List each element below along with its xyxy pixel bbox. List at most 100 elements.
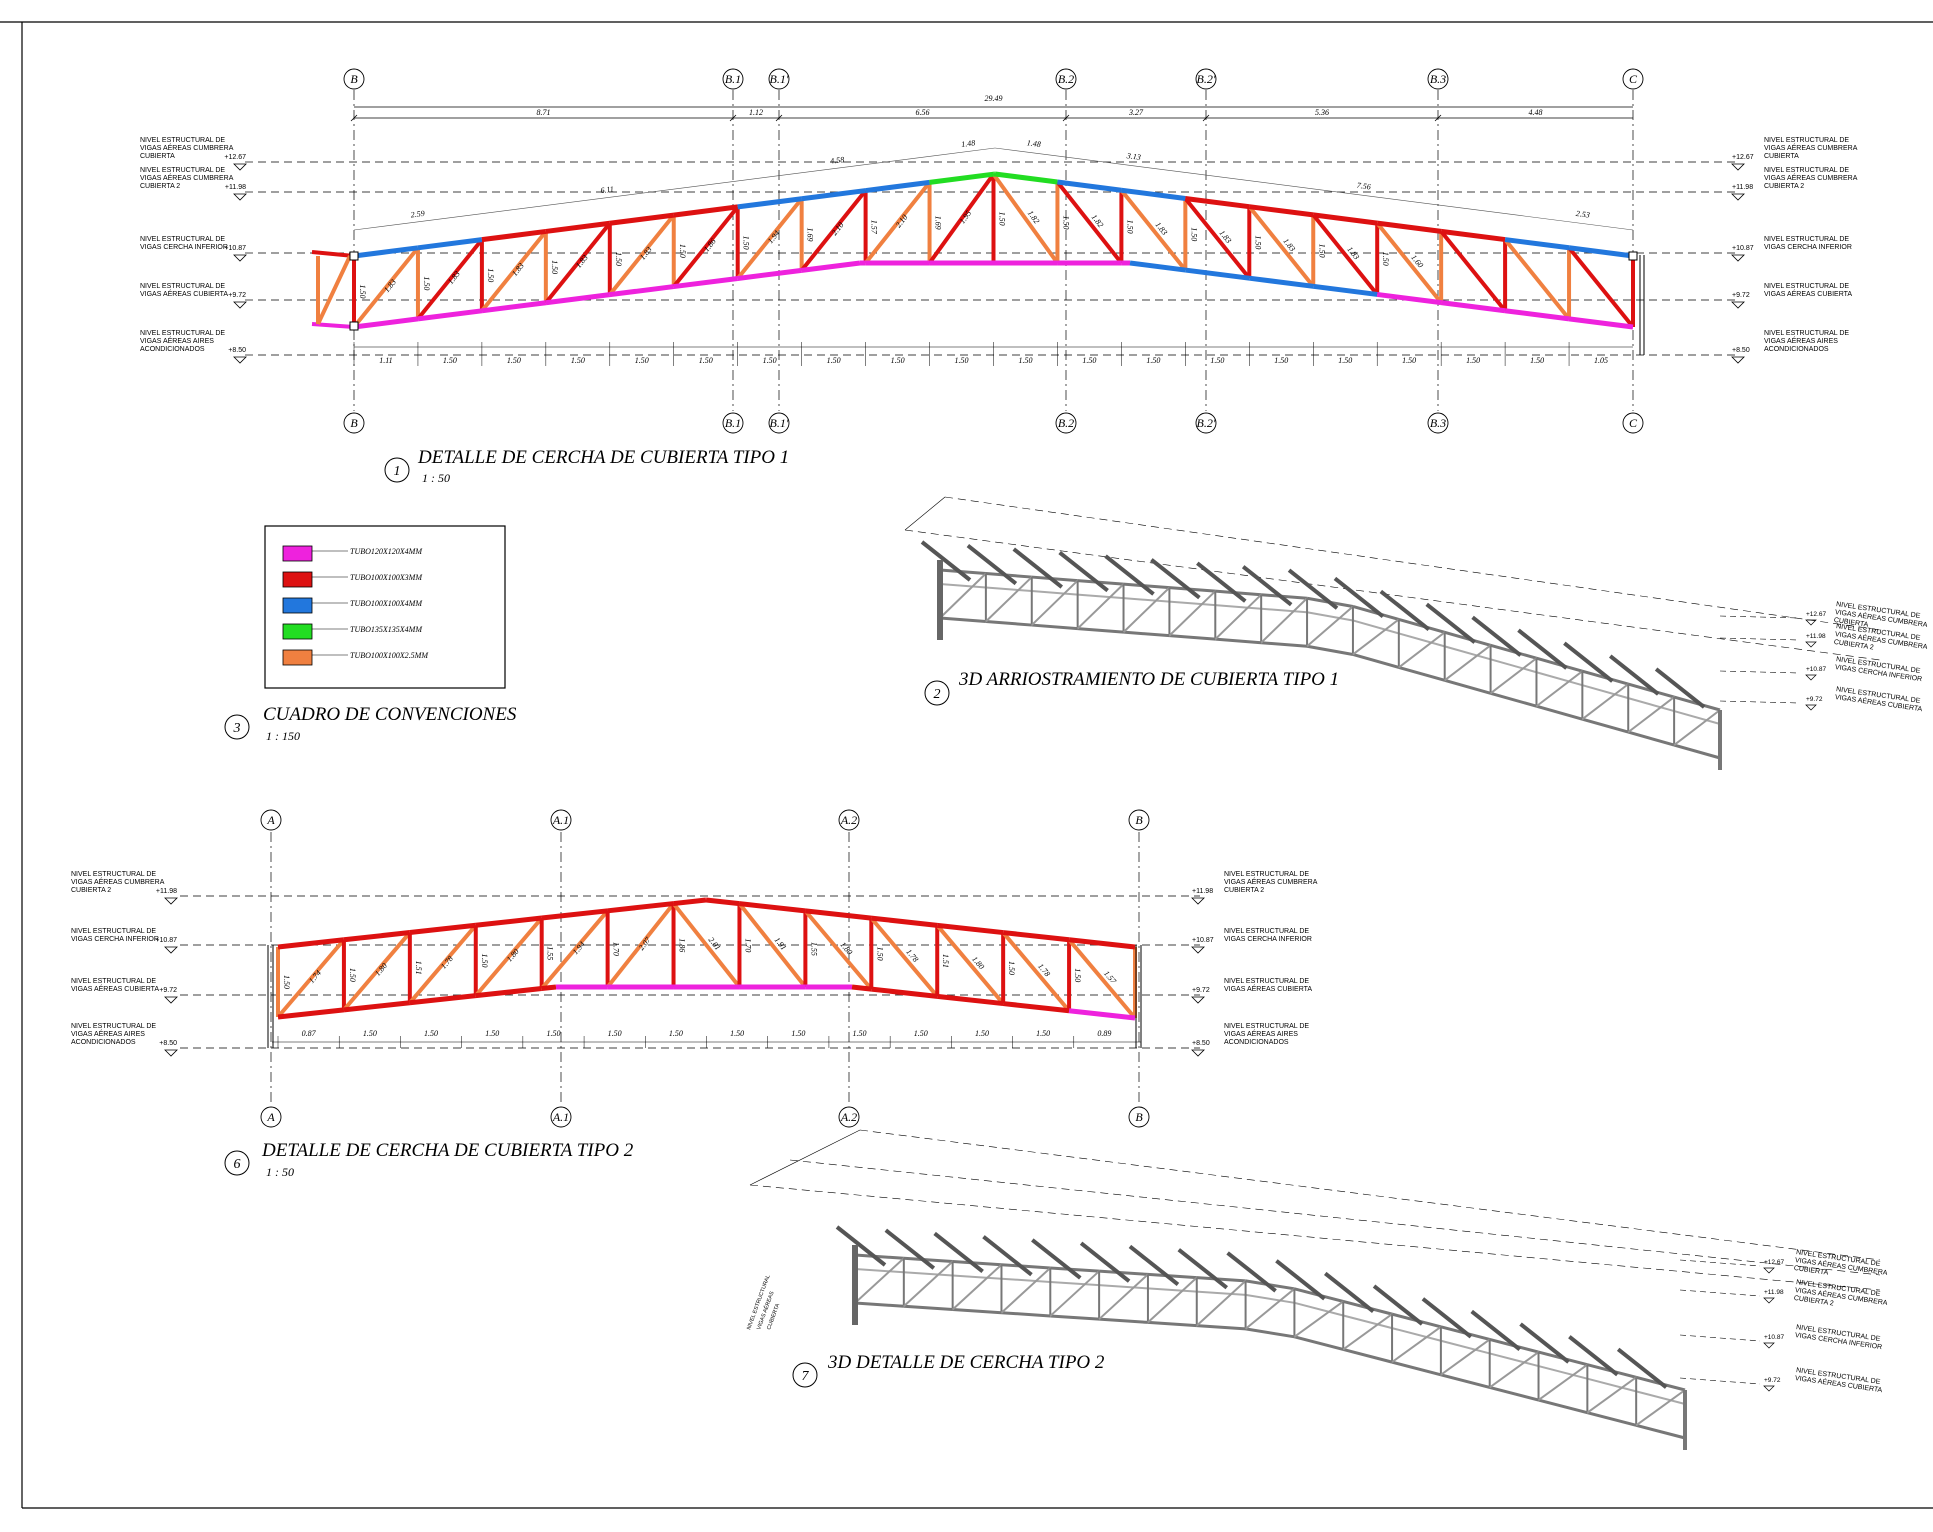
v7-diagonal xyxy=(1440,1338,1491,1376)
v2-purlin xyxy=(1654,667,1706,709)
support-plate xyxy=(349,321,359,331)
v2-purlin xyxy=(1287,568,1339,610)
level-marker-icon xyxy=(233,301,247,309)
panel-dimension: 1.50 xyxy=(1466,356,1480,365)
bottom-chord-segment xyxy=(481,300,547,314)
view-3-scale: 1 : 150 xyxy=(266,729,300,743)
v7-diagonal xyxy=(903,1260,954,1307)
3d-bracing-truss-model xyxy=(904,496,1881,770)
v7-diagonal xyxy=(854,1257,905,1304)
view-1-title: DETALLE DE CERCHA DE CUBIERTA TIPO 1 xyxy=(417,447,789,468)
top-chord-segment xyxy=(673,204,739,218)
grid-top-0-label: A xyxy=(266,813,275,827)
level-marker-icon xyxy=(1805,641,1817,648)
grid-bottom-3-label: B.2 xyxy=(1058,416,1074,430)
top-chord-segment xyxy=(409,922,477,936)
v2-top-chord-back xyxy=(1352,619,1400,635)
top-chord-segment xyxy=(475,915,542,928)
level-tag-left-name-line: VIGAS AÉREAS CUMBRERA xyxy=(140,143,234,152)
level-tag-left-name-line: VIGAS AÉREAS AIRES xyxy=(71,1029,145,1038)
v2-diagonal xyxy=(1535,670,1583,708)
view-2-title: 3D ARRIOSTRAMIENTO DE CUBIERTA TIPO 1 xyxy=(958,669,1339,690)
member-length-label: 1.51 xyxy=(414,961,423,975)
panel-dimension: 1.11 xyxy=(379,356,392,365)
slope-dimension: 7.56 xyxy=(1356,181,1371,192)
v2-top-chord-back xyxy=(1123,597,1170,603)
top-chord-segment xyxy=(481,228,547,243)
v2-purlin xyxy=(1563,641,1614,683)
v7-bottom-chord xyxy=(1538,1398,1588,1415)
top-chord-segment xyxy=(1068,937,1136,950)
v7-purlin xyxy=(1470,1309,1521,1351)
level-tag-right-elev: +11.98 xyxy=(1732,184,1753,191)
v2-purlin xyxy=(1517,628,1568,670)
truss2-member-labels: 1.50 1.74 1.50 1.80 1.51 1.78 1.50 1.80 1.55 1.94… xyxy=(282,935,1119,989)
top-chord-segment xyxy=(277,937,345,950)
v2-bottom-chord xyxy=(1261,641,1308,648)
v7-diagonal xyxy=(1098,1273,1149,1320)
v2-bottom-chord xyxy=(1490,691,1537,708)
level-elev: +11.98 xyxy=(1764,1289,1784,1296)
member-length-label: 1.55 xyxy=(809,942,818,956)
level-tag-left-elev: +9.72 xyxy=(228,292,246,299)
view-1-title-block: 1 DETALLE DE CERCHA DE CUBIERTA TIPO 1 1… xyxy=(384,447,789,485)
bottom-chord-segment xyxy=(1568,316,1634,330)
bottom-chord-segment xyxy=(409,993,477,1006)
member-length-label: 1.50 xyxy=(1189,227,1198,241)
panel-dimension: 1.50 xyxy=(1402,356,1416,365)
top-chord-segment xyxy=(1568,245,1634,259)
top-chord-segment xyxy=(1440,228,1506,243)
bottom-chord-segment xyxy=(545,292,611,306)
level-tag-right: +8.50 NIVEL ESTRUCTURAL DEVIGAS AÉREAS AI… xyxy=(1191,1023,1309,1057)
member-length-label: 1.57 xyxy=(870,220,879,235)
bottom-chord-segment xyxy=(475,986,542,999)
v7-purlin xyxy=(835,1225,887,1267)
top-chord-segment xyxy=(541,908,608,921)
view-3-number: 3 xyxy=(233,721,241,736)
level-elev: +11.98 xyxy=(1806,633,1826,640)
bottom-chord-segment xyxy=(737,267,802,281)
level-tag-right-name-line: NIVEL ESTRUCTURAL DE xyxy=(1224,928,1309,935)
grid-top-6-label: C xyxy=(1629,72,1638,86)
v7-top-chord-back xyxy=(1099,1284,1149,1290)
view-7-title-block: 7 3D DETALLE DE CERCHA TIPO 2 xyxy=(792,1352,1105,1388)
v7-diagonal xyxy=(1147,1276,1198,1324)
perspective-guide xyxy=(859,1129,1881,1261)
member-length-label: 2.10 xyxy=(894,213,910,230)
panel-dimension: 1.50 xyxy=(699,356,713,365)
panel-dimension: 1.50 xyxy=(424,1029,438,1038)
v7-bottom-chord xyxy=(1489,1385,1539,1402)
level-tag-left: NIVEL ESTRUCTURAL DEVIGAS AÉREAS CUBIERT… xyxy=(71,978,178,1004)
perspective-guide xyxy=(904,496,946,531)
level-tag-left-name-line: VIGAS AÉREAS CUMBRERA xyxy=(140,173,234,182)
level-tag-left: NIVEL ESTRUCTURAL DEVIGAS AÉREAS AIRESAC… xyxy=(140,330,247,364)
panel-dimension: 1.50 xyxy=(485,1029,499,1038)
v2-bottom-chord xyxy=(1077,627,1124,634)
top-chord-segment xyxy=(1002,930,1070,943)
level-marker-icon xyxy=(1763,1342,1775,1349)
v7-purlin xyxy=(1616,1347,1668,1389)
member-length-label: 1.50 xyxy=(1073,968,1082,982)
level-tag-left: NIVEL ESTRUCTURAL DEVIGAS CERCHA INFERIO… xyxy=(140,236,247,262)
v2-top-chord-back xyxy=(1215,604,1262,610)
3d-bracing-level-tags: +12.67 NIVEL ESTRUCTURAL DEVIGAS AÉREAS C… xyxy=(1719,601,1928,713)
v7-top-chord-back xyxy=(1538,1365,1588,1380)
grid-top-3-label: B.2 xyxy=(1058,72,1074,86)
legend-label: TUBO135X135X4MM xyxy=(350,625,423,634)
level-tag-left-name-line: VIGAS AÉREAS CUMBRERA xyxy=(71,877,165,886)
v7-bottom-chord xyxy=(1099,1317,1149,1324)
top-chord-segment xyxy=(353,245,419,259)
v2-purlin xyxy=(1058,551,1109,593)
top-chord-segment xyxy=(805,908,872,921)
v2-top-chord-back xyxy=(1444,645,1491,661)
v7-left-level-tags: NIVEL ESTRUCTURALVIGAS AÉREASCUBIERTA xyxy=(746,1274,781,1330)
level-tag-left-name-line: NIVEL ESTRUCTURAL DE xyxy=(71,1023,156,1030)
grid-top-1-label: B.1 xyxy=(725,72,741,86)
v2-top-chord-back xyxy=(1536,671,1583,687)
v7-top-chord-back xyxy=(854,1268,904,1274)
member-length-label: 1.86 xyxy=(702,237,718,254)
member-length-label: 1.55 xyxy=(546,946,555,960)
level-elev: +12.67 xyxy=(1806,611,1826,618)
grid-dimension: 3.27 xyxy=(1128,108,1144,117)
panel-dimension: 1.50 xyxy=(1530,356,1544,365)
